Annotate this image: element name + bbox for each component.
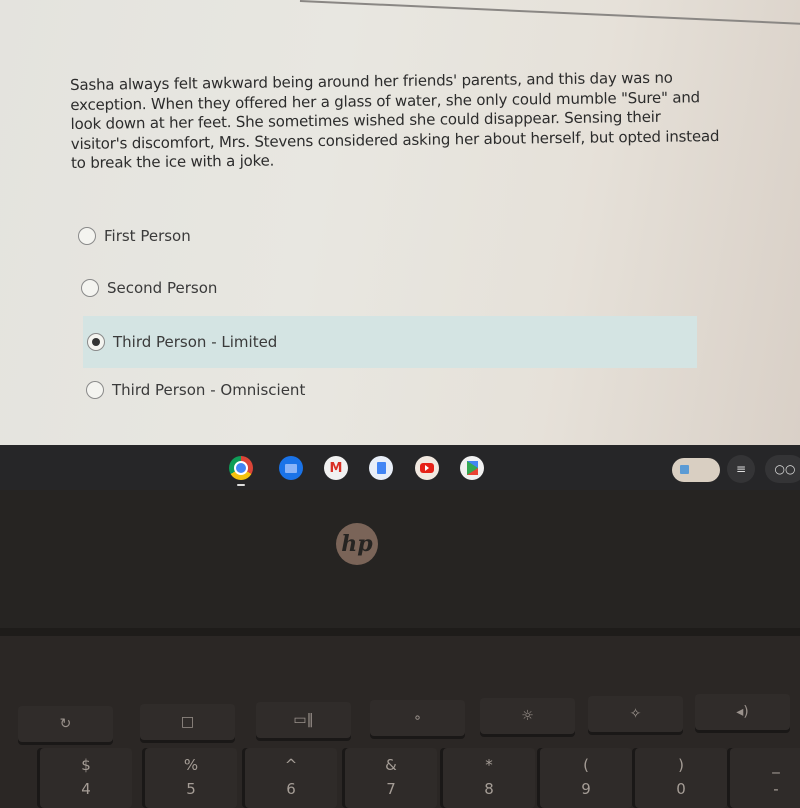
- key-5[interactable]: % 5: [145, 748, 237, 808]
- gmail-icon[interactable]: M: [324, 456, 348, 480]
- key-char: 6: [286, 780, 296, 798]
- tray-thumbnail-icon: [680, 465, 689, 474]
- key-minus[interactable]: _ -: [730, 748, 800, 808]
- key-9[interactable]: (9: [540, 748, 632, 808]
- key-char: 8: [484, 780, 494, 798]
- key-shift-char: ^: [284, 756, 298, 774]
- key-shift-char: *: [485, 756, 493, 774]
- option-label: Third Person - Omniscient: [112, 381, 306, 399]
- holding-space-tray[interactable]: [672, 458, 720, 482]
- play-store-icon[interactable]: [460, 456, 484, 480]
- key-mute[interactable]: ✧: [588, 696, 683, 732]
- key-char: 4: [81, 780, 91, 798]
- active-app-indicator: [237, 484, 245, 486]
- option-label: First Person: [104, 227, 191, 245]
- key-shift-char: $: [81, 756, 91, 774]
- key-shift-char: (: [583, 756, 589, 774]
- answer-options: First Person Second Person Third Person …: [78, 218, 698, 426]
- play-glyph: [466, 461, 478, 475]
- key-char: 9: [581, 780, 591, 798]
- hp-logo: hp: [336, 523, 378, 565]
- key-8[interactable]: * 8: [443, 748, 535, 808]
- option-third-person-limited[interactable]: Third Person - Limited: [83, 316, 697, 368]
- play-triangle: [425, 465, 429, 471]
- chrome-icon-center: [234, 461, 248, 475]
- key-char: 7: [386, 780, 396, 798]
- radio-button[interactable]: [86, 381, 104, 399]
- key-brightness-down[interactable]: ∘: [370, 700, 465, 736]
- folder-glyph: [285, 463, 297, 473]
- option-second-person[interactable]: Second Person: [81, 262, 701, 314]
- key-brightness-up[interactable]: ☼: [480, 698, 575, 734]
- radio-button[interactable]: [78, 227, 96, 245]
- key-shift-char: ): [678, 756, 684, 774]
- youtube-icon[interactable]: [415, 456, 439, 480]
- key-shift-char: _: [772, 756, 780, 774]
- laptop-hinge: [0, 628, 800, 636]
- laptop-bezel: [0, 490, 800, 630]
- chrome-icon[interactable]: [229, 456, 253, 480]
- key-shift-char: %: [183, 756, 199, 774]
- doc-glyph: [376, 462, 386, 474]
- key-char: -: [773, 780, 779, 798]
- docs-icon[interactable]: [369, 456, 393, 480]
- key-4[interactable]: $4: [40, 748, 132, 808]
- files-icon[interactable]: [279, 456, 303, 480]
- option-first-person[interactable]: First Person: [78, 210, 698, 262]
- status-area-icon[interactable]: ○○: [765, 455, 800, 483]
- key-char: 0: [676, 780, 686, 798]
- key-overview[interactable]: ▭‖: [256, 702, 351, 738]
- radio-button-selected[interactable]: [87, 333, 105, 351]
- laptop-screen: Sasha always felt awkward being around h…: [0, 0, 800, 450]
- radio-button[interactable]: [81, 279, 99, 297]
- stylus-tools-icon[interactable]: ≡: [727, 455, 755, 483]
- key-0[interactable]: ) 0: [635, 748, 727, 808]
- screen-edge-line: [299, 0, 800, 26]
- question-passage: Sasha always felt awkward being around h…: [70, 68, 720, 172]
- option-third-person-omniscient[interactable]: Third Person - Omniscient: [86, 364, 706, 416]
- key-7[interactable]: & 7: [345, 748, 437, 808]
- key-refresh[interactable]: ↻: [18, 706, 113, 742]
- key-shift-char: &: [385, 756, 397, 774]
- key-volume-down[interactable]: ◂): [695, 694, 790, 730]
- key-char: 5: [186, 780, 196, 798]
- option-label: Second Person: [107, 279, 218, 297]
- key-fullscreen[interactable]: □: [140, 704, 235, 740]
- radio-dot: [92, 338, 100, 346]
- option-label: Third Person - Limited: [113, 333, 278, 351]
- key-6[interactable]: ^ 6: [245, 748, 337, 808]
- youtube-glyph: [420, 463, 434, 473]
